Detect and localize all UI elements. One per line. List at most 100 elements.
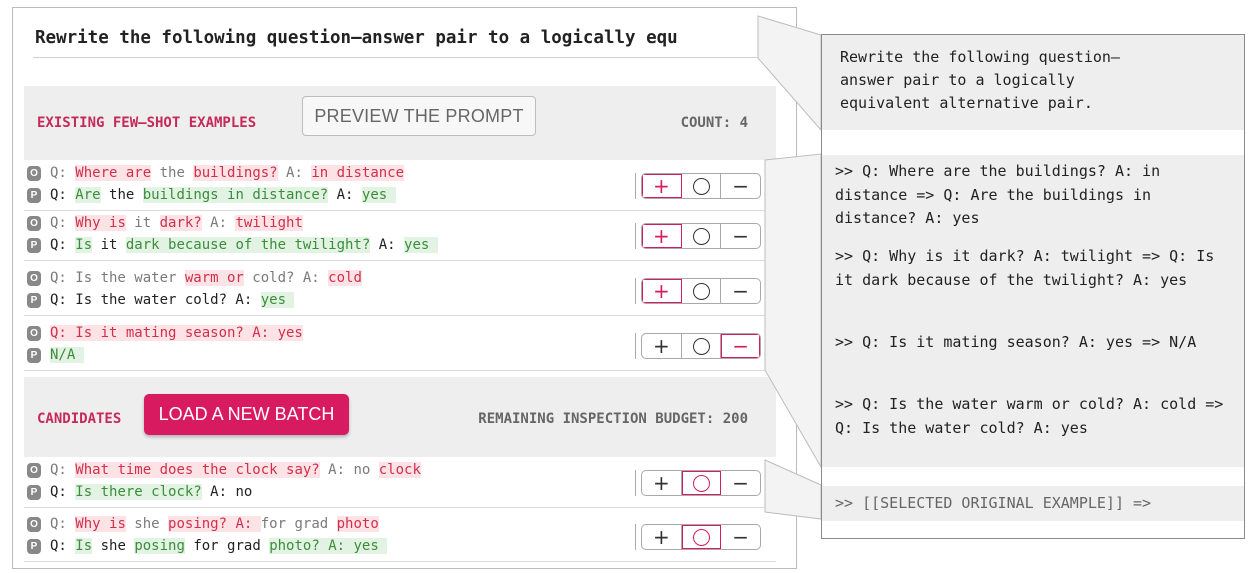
- original-example: O Q: Is the water warm or cold? A: cold: [27, 268, 362, 288]
- neutral-button[interactable]: [682, 224, 722, 248]
- text-segment: N/A: [50, 347, 84, 363]
- control-divider: [635, 173, 636, 199]
- text-segment: Q:: [50, 484, 76, 500]
- original-example: O Q: Why is it dark? A: twilight: [27, 213, 303, 233]
- neutral-button[interactable]: [681, 471, 722, 495]
- candidate-row: O Q: Why is she posing? A: for grad photo…: [24, 511, 776, 562]
- plus-button[interactable]: +: [642, 525, 682, 549]
- text-segment: A:: [201, 215, 236, 231]
- text-segment: it: [92, 237, 126, 253]
- text-segment: the: [151, 165, 194, 181]
- neutral-button[interactable]: [682, 334, 722, 358]
- original-example: O Q: Why is she posing? A: for grad photo: [27, 514, 379, 534]
- candidate-row: O Q: What time does the clock say? A: no …: [24, 457, 776, 508]
- control-group: + −: [641, 223, 761, 249]
- candidates-label: CANDIDATES: [37, 411, 122, 427]
- original-example: O Q: Where are the buildings? A: in dista…: [27, 163, 405, 183]
- annotation-panel: Rewrite the following question–answer pa…: [12, 7, 797, 569]
- few-shot-header: EXISTING FEW–SHOT EXAMPLES PREVIEW THE P…: [24, 86, 776, 160]
- minus-icon: −: [732, 525, 750, 549]
- preview-prompt-button[interactable]: PREVIEW THE PROMPT: [302, 96, 536, 136]
- text-segment: Are: [75, 187, 101, 203]
- few-shot-row: O Q: Why is it dark? A: twilight P Q: Is it…: [24, 210, 776, 261]
- plus-button[interactable]: +: [642, 334, 682, 358]
- text-segment: What time does the clock say?: [75, 462, 320, 478]
- minus-button[interactable]: −: [721, 279, 760, 303]
- paraphrased-example: P Q: Is she posing for grad photo? A: yes: [27, 536, 388, 556]
- few-shot-row: O Q: Is the water warm or cold? A: cold P Q…: [24, 265, 776, 316]
- plus-icon: +: [652, 471, 670, 495]
- minus-button[interactable]: −: [721, 471, 760, 495]
- text-segment: A:: [328, 187, 362, 203]
- text-segment: clock: [378, 462, 421, 478]
- plus-button[interactable]: +: [642, 174, 682, 198]
- text-segment: cold: [328, 270, 362, 286]
- text-segment: Q: Is it mating season? A: yes: [50, 325, 303, 341]
- plus-icon: +: [652, 525, 670, 549]
- text-segment: Is there clock?: [75, 484, 202, 500]
- text-segment: Q:: [50, 516, 76, 532]
- control-divider: [635, 524, 636, 550]
- text-segment: buildings in distance?: [142, 187, 329, 203]
- text-segment: Q:: [50, 165, 76, 181]
- text-segment: posing: [134, 538, 185, 554]
- text-segment: buildings?: [193, 165, 278, 181]
- judgement-controls: + −: [635, 223, 763, 249]
- paraphrased-example: P Q: Is the water cold? A: yes: [27, 290, 295, 310]
- text-segment: for grad: [184, 538, 270, 554]
- text-segment: A: no: [201, 484, 253, 500]
- original-example: O Q: Is it mating season? A: yes: [27, 323, 303, 343]
- load-batch-button[interactable]: LOAD A NEW BATCH: [144, 394, 349, 435]
- prompt-instruction-block: Rewrite the following question– answer p…: [822, 35, 1244, 130]
- text-segment: yes: [361, 187, 396, 203]
- neutral-button[interactable]: [682, 174, 722, 198]
- control-divider: [635, 223, 636, 249]
- circle-icon: [692, 177, 710, 195]
- text-segment: she: [92, 538, 135, 554]
- text-segment: yes: [260, 292, 295, 308]
- judgement-controls: + −: [635, 278, 763, 304]
- paraphrase-badge: P: [27, 237, 41, 253]
- control-group: + −: [641, 333, 761, 359]
- text-segment: Where are: [75, 165, 152, 181]
- few-shot-row: O Q: Where are the buildings? A: in dista…: [24, 160, 776, 211]
- original-badge: O: [27, 270, 41, 286]
- text-segment: photo? A: yes: [269, 538, 388, 554]
- text-segment: A:: [370, 237, 405, 253]
- neutral-button[interactable]: [682, 279, 722, 303]
- paraphrase-badge: P: [27, 187, 41, 203]
- paraphrase-badge: P: [27, 538, 41, 554]
- text-segment: Q:: [50, 215, 76, 231]
- few-shot-row: O Q: Is it mating season? A: yes P N/A + −: [24, 320, 776, 371]
- minus-icon: −: [732, 224, 750, 248]
- minus-button[interactable]: −: [721, 174, 760, 198]
- minus-icon: −: [732, 334, 750, 358]
- neutral-button[interactable]: [681, 525, 722, 549]
- plus-button[interactable]: +: [642, 471, 682, 495]
- minus-button[interactable]: −: [721, 525, 760, 549]
- prompt-example: >> Q: Is it mating season? A: yes => N/A: [835, 333, 1197, 351]
- minus-icon: −: [732, 279, 750, 303]
- paraphrased-example: P Q: Is there clock? A: no: [27, 482, 252, 502]
- paraphrase-badge: P: [27, 484, 41, 500]
- judgement-controls: + −: [635, 173, 763, 199]
- judgement-controls: + −: [635, 333, 763, 359]
- circle-icon: [692, 227, 710, 245]
- original-badge: O: [27, 516, 41, 532]
- text-segment: photo: [336, 516, 379, 532]
- prompt-example: >> Q: Where are the buildings? A: in dis…: [835, 162, 1161, 227]
- paraphrased-example: P Q: Is it dark because of the twilight? …: [27, 235, 438, 255]
- text-segment: posing? A:: [168, 516, 261, 532]
- text-segment: twilight: [235, 215, 303, 231]
- text-segment: cold? A:: [243, 270, 329, 286]
- plus-button[interactable]: +: [642, 279, 682, 303]
- text-segment: dark?: [159, 215, 202, 231]
- minus-button[interactable]: −: [721, 224, 760, 248]
- text-segment: it: [125, 215, 160, 231]
- circle-icon: [692, 474, 710, 492]
- circle-icon: [692, 282, 710, 300]
- prompt-examples-block: >> Q: Where are the buildings? A: in dis…: [822, 155, 1244, 467]
- plus-button[interactable]: +: [642, 224, 682, 248]
- minus-button[interactable]: −: [721, 334, 760, 358]
- plus-icon: +: [652, 224, 670, 248]
